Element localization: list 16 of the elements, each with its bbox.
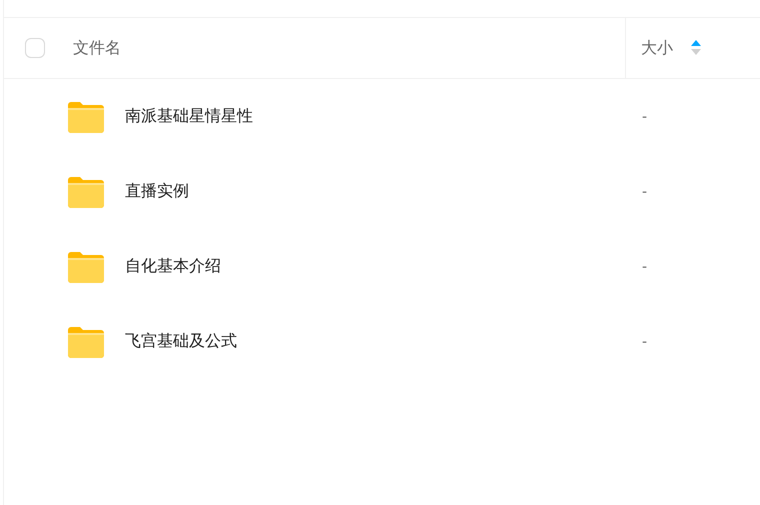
sort-icon[interactable] (691, 40, 701, 56)
folder-icon (68, 100, 104, 132)
file-name[interactable]: 飞宫基础及公式 (125, 331, 237, 352)
file-name[interactable]: 南派基础星情星性 (125, 106, 253, 127)
file-name[interactable]: 自化基本介绍 (125, 256, 221, 277)
select-all-checkbox[interactable] (25, 38, 45, 58)
file-size: - (642, 334, 648, 350)
file-size: - (642, 108, 648, 124)
folder-icon (68, 176, 104, 208)
file-size: - (642, 258, 648, 274)
file-size: - (642, 184, 648, 200)
file-name[interactable]: 直播实例 (125, 181, 189, 202)
column-header[interactable]: 大小 (641, 38, 673, 58)
column-header[interactable]: 文件名 (73, 38, 121, 58)
folder-icon (68, 326, 104, 358)
folder-icon (68, 250, 104, 282)
